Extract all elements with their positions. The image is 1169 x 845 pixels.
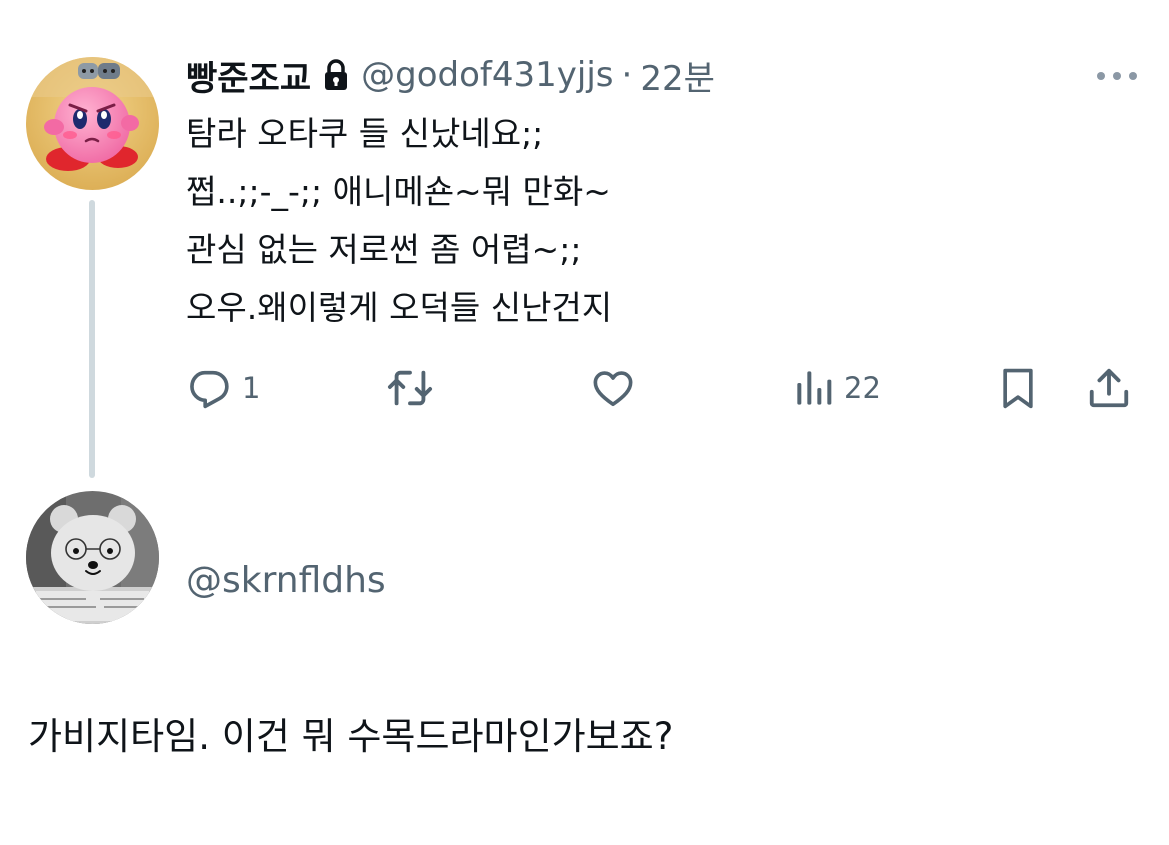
- reply-button[interactable]: 1: [186, 362, 260, 414]
- reply-author-handle[interactable]: @skrnfldhs: [186, 560, 386, 601]
- more-horizontal-icon[interactable]: [1096, 68, 1138, 82]
- reply-author-avatar[interactable]: [26, 491, 159, 624]
- retweet-icon: [387, 370, 433, 406]
- reply-text: 가비지타임. 이건 뭐 수목드라마인가보죠?: [28, 715, 674, 758]
- bookmark-button[interactable]: [996, 362, 1040, 414]
- views-button[interactable]: 22: [794, 362, 881, 414]
- tweet-text-line: 관심 없는 저로썬 좀 어렵~;;: [186, 230, 582, 269]
- tweet-action-bar: 1 22: [186, 362, 1146, 414]
- tweet-text-line: 오우.왜이렇게 오덕들 신난건지: [186, 288, 613, 327]
- tweet-text-line: 쩝..;;-_-;; 애니메숀~뭐 만화~: [186, 172, 611, 211]
- author-avatar[interactable]: [26, 57, 159, 190]
- share-icon: [1089, 368, 1129, 408]
- views-count: 22: [844, 371, 881, 405]
- thread-connector-line: [89, 200, 95, 478]
- tweet-text-line: 탐라 오타쿠 들 신났네요;;: [186, 114, 544, 153]
- author-handle[interactable]: @godof431yjjs: [361, 55, 613, 95]
- reply-count: 1: [242, 371, 261, 405]
- retweet-button[interactable]: [384, 362, 436, 414]
- reply-icon: [190, 370, 229, 409]
- tweet-header: 빵준조교 @godof431yjjs · 22분: [186, 50, 715, 100]
- tweet-text: 탐라 오타쿠 들 신났네요;; 쩝..;;-_-;; 애니메숀~뭐 만화~ 관심…: [186, 105, 1126, 337]
- bookmark-icon: [1003, 368, 1033, 409]
- share-button[interactable]: [1086, 362, 1132, 414]
- heart-icon: [593, 371, 633, 407]
- display-name[interactable]: 빵준조교: [186, 51, 311, 100]
- lock-icon: [323, 59, 349, 91]
- tweet-timestamp[interactable]: 22분: [640, 51, 715, 100]
- avatar-image: [26, 57, 159, 190]
- like-button[interactable]: [590, 362, 636, 414]
- avatar-image: [26, 491, 159, 624]
- views-icon: [797, 371, 832, 405]
- header-separator: ·: [621, 55, 633, 95]
